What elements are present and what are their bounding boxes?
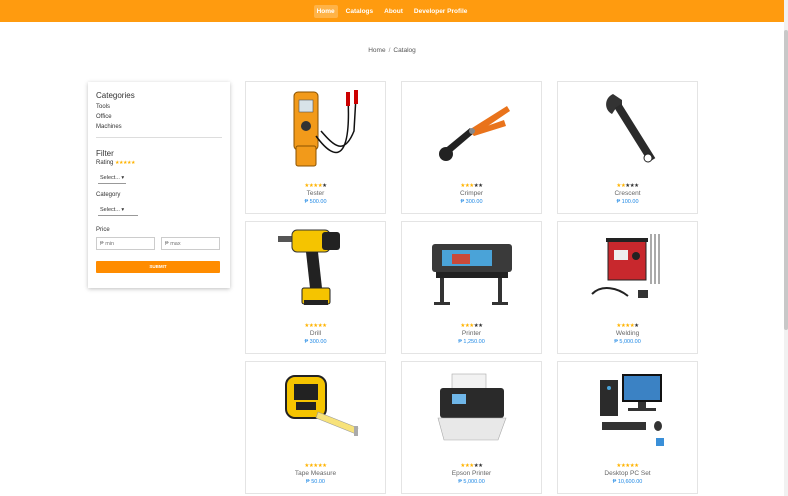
rating-stars: ★★★★★ (558, 463, 697, 469)
scrollbar-thumb[interactable] (784, 30, 788, 330)
category-select[interactable]: Select... ▾ (98, 205, 138, 216)
category-link-machines[interactable]: Machines (96, 122, 222, 132)
category-link-office[interactable]: Office (96, 112, 222, 122)
rating-stars: ★★★★★ (246, 463, 385, 469)
rating-stars: ★★★★★ (402, 183, 541, 189)
desktop-pc-icon (600, 374, 664, 446)
product-price: ₱ 50.00 (306, 479, 325, 485)
page-scrollbar[interactable] (784, 0, 788, 496)
rating-select[interactable]: Select... ▾ (98, 173, 127, 184)
product-card-desktop-pc-set[interactable]: ★★★★★ Desktop PC Set ₱ 10,600.00 (557, 361, 698, 494)
price-inputs (96, 237, 222, 250)
rating-stars-icon: ★★★★★ (115, 160, 135, 166)
star-icon: ★ (322, 183, 327, 189)
star-icon: ★ (478, 183, 483, 189)
drill-icon (278, 229, 340, 305)
product-name[interactable]: Welding (558, 330, 697, 337)
product-name[interactable]: Crimper (402, 190, 541, 197)
breadcrumb: Home / Catalog (0, 47, 784, 54)
rating-label-row: Rating ★★★★★ (96, 160, 222, 166)
product-card-crimper[interactable]: ★★★★★ Crimper ₱ 300.00 (401, 81, 542, 214)
nav-catalogs[interactable]: Catalogs (343, 5, 376, 18)
product-card-epson-printer[interactable]: ★★★★★ Epson Printer ₱ 5,000.00 (401, 361, 542, 494)
product-card-welding[interactable]: ★★★★★ Welding ₱ 5,000.00 (557, 221, 698, 354)
product-card-printer[interactable]: ★★★★★ Printer ₱ 1,250.00 (401, 221, 542, 354)
breadcrumb-separator: / (388, 47, 391, 54)
nav-home[interactable]: Home (313, 4, 338, 18)
crimper-icon (439, 106, 510, 161)
price-min-input[interactable] (96, 237, 155, 250)
nav-developer-profile[interactable]: Developer Profile (411, 5, 470, 18)
sidebar-divider (96, 137, 222, 138)
rating-stars: ★★★★★ (246, 323, 385, 329)
category-label: Category (96, 192, 121, 198)
product-name[interactable]: Desktop PC Set (558, 470, 697, 477)
tape-measure-icon (285, 375, 359, 436)
star-icon: ★ (634, 323, 639, 329)
star-icon: ★ (478, 463, 483, 469)
price-label: Price (96, 227, 110, 233)
rating-stars: ★★★★★ (558, 323, 697, 329)
multimeter-icon (293, 90, 358, 167)
star-icon: ★ (478, 323, 483, 329)
printer-icon (437, 373, 507, 441)
rating-select-value: Select... (100, 175, 120, 181)
star-icon: ★ (322, 463, 327, 469)
star-icon: ★ (634, 463, 639, 469)
product-price: ₱ 100.00 (616, 199, 639, 205)
product-price: ₱ 5,000.00 (614, 339, 641, 345)
category-link-tools[interactable]: Tools (96, 102, 222, 112)
product-name[interactable]: Crescent (558, 190, 697, 197)
chevron-down-icon: ▾ (121, 175, 125, 181)
product-price: ₱ 300.00 (304, 339, 327, 345)
chevron-down-icon: ▾ (121, 207, 125, 213)
product-card-drill[interactable]: ★★★★★ Drill ₱ 300.00 (245, 221, 386, 354)
price-max-input[interactable] (161, 237, 220, 250)
rating-stars: ★★★★★ (402, 463, 541, 469)
product-card-tester[interactable]: ★★★★★ Tester ₱ 500.00 (245, 81, 386, 214)
product-price: ₱ 300.00 (460, 199, 483, 205)
product-card-tape-measure[interactable]: ★★★★★ Tape Measure ₱ 50.00 (245, 361, 386, 494)
top-navbar: Home Catalogs About Developer Profile (0, 0, 784, 22)
product-price: ₱ 10,600.00 (612, 479, 643, 485)
rating-label: Rating (96, 160, 114, 166)
product-name[interactable]: Tester (246, 190, 385, 197)
rating-stars: ★★★★★ (402, 323, 541, 329)
product-name[interactable]: Drill (246, 330, 385, 337)
breadcrumb-home[interactable]: Home (368, 47, 385, 54)
wrench-icon (606, 94, 656, 163)
star-icon: ★ (322, 323, 327, 329)
rating-stars: ★★★★★ (246, 183, 385, 189)
filter-heading: Filter (96, 149, 114, 158)
submit-button[interactable]: SUBMIT (96, 261, 220, 273)
product-card-crescent[interactable]: ★★★★★ Crescent ₱ 100.00 (557, 81, 698, 214)
product-price: ₱ 5,000.00 (458, 479, 485, 485)
product-name[interactable]: Printer (402, 330, 541, 337)
product-name[interactable]: Tape Measure (246, 470, 385, 477)
product-price: ₱ 500.00 (304, 199, 327, 205)
large-printer-icon (432, 244, 512, 305)
product-price: ₱ 1,250.00 (458, 339, 485, 345)
product-name[interactable]: Epson Printer (402, 470, 541, 477)
category-select-value: Select... (100, 207, 120, 213)
welder-icon (591, 234, 660, 298)
star-icon: ★ (634, 183, 639, 189)
categories-heading: Categories (96, 91, 135, 100)
nav-about[interactable]: About (381, 5, 406, 18)
breadcrumb-current: Catalog (393, 47, 416, 54)
filter-sidebar: Categories Tools Office Machines Filter … (88, 82, 230, 288)
rating-stars: ★★★★★ (558, 183, 697, 189)
